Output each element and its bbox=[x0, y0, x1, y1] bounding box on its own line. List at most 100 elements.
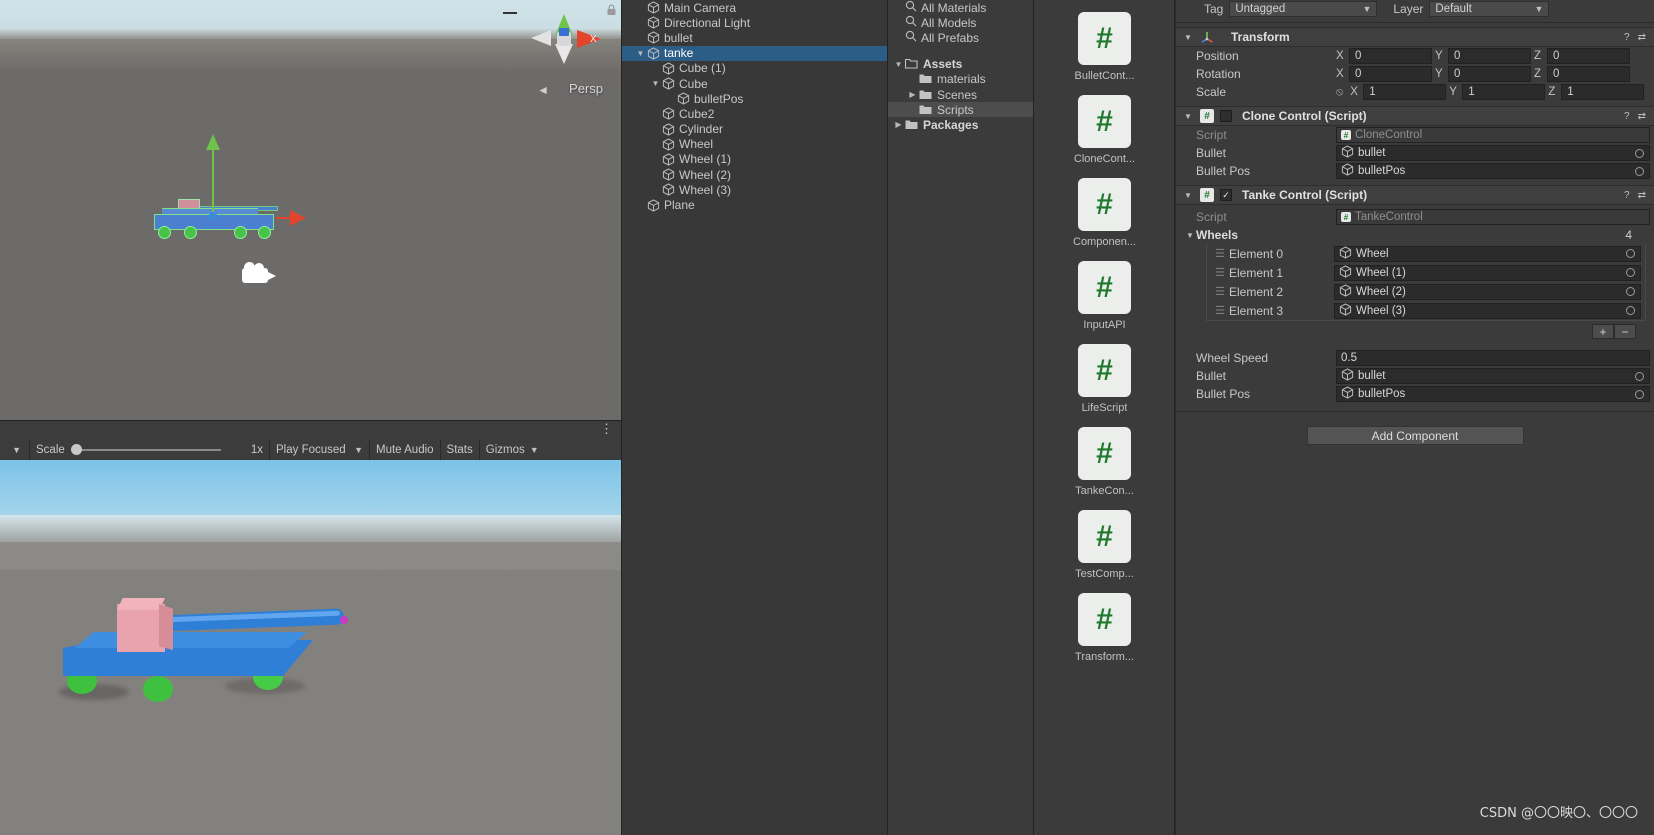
hierarchy-item-cylinder[interactable]: Cylinder bbox=[622, 122, 887, 137]
help-icon[interactable]: ? bbox=[1624, 111, 1630, 122]
preset-icon[interactable]: ⇄ bbox=[1638, 111, 1646, 122]
asset-item[interactable]: # TankeCon... bbox=[1034, 427, 1174, 497]
wheel-element-value[interactable]: Wheel (2) bbox=[1334, 283, 1641, 300]
folder-materials[interactable]: materials bbox=[888, 72, 1033, 87]
chevron-right-icon[interactable]: ▶ bbox=[892, 120, 905, 129]
wheel-array-row[interactable]: ☰ Element 0 Wheel bbox=[1207, 244, 1645, 263]
hierarchy-item-wheel-2[interactable]: Wheel (2) bbox=[622, 167, 887, 182]
wheel-array-row[interactable]: ☰ Element 2 Wheel (2) bbox=[1207, 282, 1645, 301]
asset-item[interactable]: # CloneCont... bbox=[1034, 95, 1174, 165]
favorite-all-prefabs[interactable]: All Prefabs bbox=[888, 30, 1033, 45]
wheel-element-value[interactable]: Wheel (3) bbox=[1334, 302, 1641, 319]
favorite-all-models[interactable]: All Models bbox=[888, 15, 1033, 30]
hierarchy-item-wheel-3[interactable]: Wheel (3) bbox=[622, 182, 887, 197]
preset-icon[interactable]: ⇄ bbox=[1638, 190, 1646, 201]
chevron-down-icon[interactable]: ▼ bbox=[892, 60, 905, 69]
clone-control-enabled-checkbox[interactable] bbox=[1220, 110, 1232, 122]
scale-slider[interactable] bbox=[70, 444, 221, 455]
array-remove-button[interactable]: − bbox=[1614, 324, 1636, 339]
transform-rotation-z[interactable]: 0 bbox=[1547, 66, 1630, 82]
hierarchy-item-cube2[interactable]: Cube2 bbox=[622, 106, 887, 121]
scale-slider-knob[interactable] bbox=[70, 444, 82, 455]
gizmo-x-cone[interactable] bbox=[577, 30, 601, 48]
tanke-script-field[interactable]: # TankeControl bbox=[1336, 209, 1650, 225]
object-picker-icon[interactable] bbox=[1635, 371, 1644, 381]
transform-rotation-y[interactable]: 0 bbox=[1448, 66, 1531, 82]
tag-dropdown[interactable]: Untagged ▼ bbox=[1229, 1, 1378, 17]
asset-grid-panel[interactable]: # BulletCont... # CloneCont... # Componen... #… bbox=[1034, 0, 1175, 835]
asset-item[interactable]: # TestComp... bbox=[1034, 510, 1174, 580]
projection-label[interactable]: Persp bbox=[569, 81, 603, 96]
folder-assets[interactable]: ▼ Assets bbox=[888, 57, 1033, 72]
mute-audio-toggle[interactable]: Mute Audio bbox=[370, 439, 441, 461]
object-picker-icon[interactable] bbox=[1626, 249, 1635, 258]
scene-orientation-gizmo[interactable]: X bbox=[503, 4, 601, 66]
transform-position-z[interactable]: 0 bbox=[1547, 48, 1630, 64]
transform-position-y[interactable]: 0 bbox=[1448, 48, 1531, 64]
wheel-element-value[interactable]: Wheel bbox=[1334, 245, 1641, 262]
drag-handle-icon[interactable]: ☰ bbox=[1211, 304, 1229, 317]
hierarchy-item-cube-1[interactable]: Cube (1) bbox=[622, 61, 887, 76]
hierarchy-item-plane[interactable]: Plane bbox=[622, 197, 887, 212]
preset-icon[interactable]: ⇄ bbox=[1638, 32, 1646, 43]
hierarchy-item-main-camera[interactable]: Main Camera bbox=[622, 0, 887, 15]
chevron-down-icon[interactable]: ▼ bbox=[634, 49, 647, 58]
drag-handle-icon[interactable]: ☰ bbox=[1211, 266, 1229, 279]
game-view[interactable] bbox=[0, 460, 621, 835]
gizmo-axis-center[interactable] bbox=[209, 212, 217, 220]
asset-item[interactable]: # BulletCont... bbox=[1034, 12, 1174, 82]
transform-scale-y[interactable]: 1 bbox=[1462, 84, 1546, 100]
drag-handle-icon[interactable]: ☰ bbox=[1211, 247, 1229, 260]
help-icon[interactable]: ? bbox=[1624, 32, 1630, 43]
help-icon[interactable]: ? bbox=[1624, 190, 1630, 201]
stats-toggle[interactable]: Stats bbox=[441, 439, 480, 461]
play-mode-dropdown[interactable]: Play Focused ▼ bbox=[270, 439, 370, 461]
gizmo-axis-y-head[interactable] bbox=[206, 134, 220, 150]
constrain-proportions-off-icon[interactable]: ⦸ bbox=[1336, 86, 1343, 99]
wheel-array-row[interactable]: ☰ Element 3 Wheel (3) bbox=[1207, 301, 1645, 320]
scene-view[interactable]: X ◄ Persp bbox=[0, 0, 621, 420]
object-picker-icon[interactable] bbox=[1626, 268, 1635, 277]
folder-packages[interactable]: ▶ Packages bbox=[888, 117, 1033, 132]
gizmo-y-neg-cone[interactable] bbox=[555, 44, 573, 64]
wheel-element-value[interactable]: Wheel (1) bbox=[1334, 264, 1641, 281]
gizmo-x-neg-cone[interactable] bbox=[531, 30, 551, 46]
asset-item[interactable]: # Componen... bbox=[1034, 178, 1174, 248]
array-add-button[interactable]: + bbox=[1592, 324, 1614, 339]
object-picker-icon[interactable] bbox=[1626, 306, 1635, 315]
folder-scenes[interactable]: ▶ Scenes bbox=[888, 87, 1033, 102]
gizmo-z-face[interactable] bbox=[559, 28, 569, 36]
add-component-button[interactable]: Add Component bbox=[1306, 426, 1524, 445]
scene-tank-object[interactable] bbox=[148, 134, 306, 244]
clone-field-value[interactable]: bullet bbox=[1336, 145, 1650, 161]
transform-component-header[interactable]: ▼ Transform ? ⇄ bbox=[1176, 27, 1654, 47]
clone-control-header[interactable]: ▼ # Clone Control (Script) ? ⇄ bbox=[1176, 106, 1654, 126]
transform-rotation-x[interactable]: 0 bbox=[1349, 66, 1432, 82]
object-picker-icon[interactable] bbox=[1626, 287, 1635, 296]
chevron-down-icon[interactable]: ▼ bbox=[1182, 191, 1194, 200]
gizmo-axis-y[interactable] bbox=[212, 144, 214, 216]
project-tree-panel[interactable]: All Materials All Models All Prefabs ▼ Asse… bbox=[888, 0, 1034, 835]
scale-slider-group[interactable]: Scale 1x bbox=[30, 439, 270, 461]
hierarchy-item-wheel[interactable]: Wheel bbox=[622, 137, 887, 152]
chevron-down-icon[interactable]: ▼ bbox=[1182, 112, 1194, 121]
wheels-array-header[interactable]: ▼ Wheels 4 bbox=[1176, 226, 1654, 244]
tanke-field-value[interactable]: 0.5 bbox=[1336, 350, 1650, 366]
asset-item[interactable]: # Transform... bbox=[1034, 593, 1174, 663]
inspector-panel[interactable]: Tag Untagged ▼ Layer Default ▼ ▼ Transfo… bbox=[1175, 0, 1654, 835]
kebab-menu-icon[interactable]: ⋮ bbox=[600, 422, 613, 435]
hierarchy-item-directional-light[interactable]: Directional Light bbox=[622, 15, 887, 30]
gizmo-axis-x-head[interactable] bbox=[290, 210, 306, 226]
transform-scale-x[interactable]: 1 bbox=[1363, 84, 1447, 100]
chevron-down-icon[interactable]: ▼ bbox=[1182, 33, 1194, 42]
clone-field-value[interactable]: bulletPos bbox=[1336, 163, 1650, 179]
transform-position-x[interactable]: 0 bbox=[1349, 48, 1432, 64]
aspect-dropdown[interactable]: ▼ bbox=[0, 439, 30, 461]
transform-scale-z[interactable]: 1 bbox=[1561, 84, 1645, 100]
chevron-down-icon[interactable]: ▼ bbox=[649, 79, 662, 88]
chevron-down-icon[interactable]: ▼ bbox=[1184, 231, 1196, 240]
folder-scripts[interactable]: Scripts bbox=[888, 102, 1033, 118]
asset-item[interactable]: # InputAPI bbox=[1034, 261, 1174, 331]
wheels-count[interactable]: 4 bbox=[1625, 228, 1632, 242]
asset-item[interactable]: # LifeScript bbox=[1034, 344, 1174, 414]
